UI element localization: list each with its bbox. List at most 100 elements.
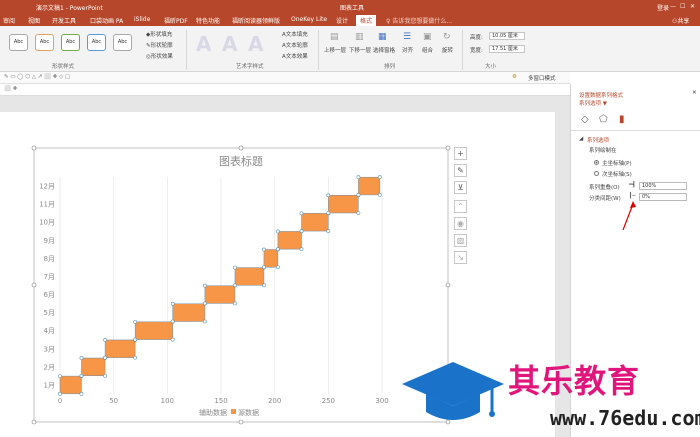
x-tick-label: 100 [161, 397, 174, 405]
bar[interactable] [172, 303, 206, 322]
resize-handle[interactable] [31, 419, 37, 425]
y-tick-label: 5月 [44, 309, 55, 317]
primary-axis-label: 主坐标轴(P) [602, 161, 632, 167]
bar-handle [356, 211, 361, 215]
bar-handle [326, 229, 331, 233]
legend-entry: 源数据 [238, 408, 259, 417]
fill-line-icon[interactable]: ◇ [581, 114, 589, 125]
chart-filter-button[interactable]: ⊻ [454, 181, 467, 194]
bar-handle [103, 338, 107, 342]
bar-handle [377, 193, 382, 197]
sign-in-link[interactable]: 登录 [657, 3, 669, 12]
bar-handle [377, 175, 382, 180]
graduation-cap-icon [402, 362, 504, 420]
overlap-input[interactable]: 100% [639, 182, 687, 190]
red-arrow-annotation [622, 201, 636, 231]
y-tick-label: 12月 [39, 183, 55, 191]
bar-handle [233, 301, 237, 306]
gap-width-label: 分类间距(W) [589, 196, 621, 202]
legend-entry: 辅助数据 [199, 408, 227, 417]
bar-handle [275, 229, 280, 234]
bar-handle [326, 193, 331, 198]
y-tick-label: 7月 [44, 273, 55, 281]
bar-handle [79, 391, 84, 396]
bar-handle [275, 247, 280, 252]
ctool-7-icon[interactable]: ↘ [454, 251, 467, 264]
watermark-name: 其乐教育 [508, 362, 641, 400]
share-label: 共享 [677, 18, 690, 25]
bar-handle [58, 374, 62, 378]
close-button[interactable]: ✕ [690, 3, 695, 10]
resize-handle[interactable] [31, 282, 37, 288]
bar[interactable] [59, 375, 82, 395]
bar-handle [356, 175, 361, 180]
bar-handle [262, 283, 266, 288]
bar[interactable] [263, 249, 279, 268]
overlap-slider-icon[interactable]: ━┫ [629, 182, 636, 188]
resize-handle[interactable] [238, 419, 244, 425]
ctool-4-icon[interactable]: ⌃ [454, 200, 467, 213]
x-tick-label: 50 [109, 397, 118, 405]
watermark: 其乐教育 www.76edu.com [400, 356, 700, 437]
bar-handle [170, 301, 175, 306]
bar-handle [133, 319, 138, 324]
section-toggle-icon[interactable]: ◢ [579, 136, 583, 142]
y-tick-label: 4月 [44, 327, 55, 335]
bar[interactable] [277, 231, 302, 250]
plot-on-label: 系列绘制在 [589, 148, 617, 154]
chart-elements-button[interactable]: + [454, 147, 467, 160]
y-tick-label: 1月 [44, 381, 55, 389]
bar-handle [356, 193, 361, 197]
bar-handle [299, 211, 304, 216]
bar-handle [202, 301, 207, 306]
series-options-icon[interactable]: ▮ [619, 114, 625, 125]
gap-width-input[interactable]: 0% [639, 193, 687, 201]
x-tick-label: 200 [268, 397, 281, 405]
bar[interactable] [358, 176, 381, 196]
section-series-options[interactable]: 系列选项 [587, 136, 609, 144]
share-button[interactable]: ⚇共享 [672, 16, 689, 25]
effects-icon[interactable]: ⬠ [599, 114, 608, 125]
resize-handle[interactable] [445, 282, 451, 288]
resize-handle[interactable] [445, 145, 451, 151]
resize-handle[interactable] [31, 145, 37, 151]
watermark-url: www.76edu.com [550, 406, 700, 430]
bar[interactable] [134, 321, 173, 340]
divider [571, 130, 700, 131]
secondary-axis-radio[interactable] [594, 171, 599, 176]
x-tick-label: 300 [375, 397, 388, 405]
ctool-5-icon[interactable]: ◉ [454, 217, 467, 230]
bar[interactable] [301, 213, 329, 232]
chart-styles-button[interactable]: ✎ [454, 164, 467, 177]
bar-handle [262, 265, 266, 270]
legend-swatch [231, 409, 236, 414]
bar-handle [202, 283, 207, 288]
pane-close-icon[interactable]: ✕ [692, 90, 697, 96]
pane-subtitle-dropdown[interactable]: 系列选项 ▼ [579, 99, 607, 107]
bar-handle [299, 229, 304, 233]
bar-handle [170, 337, 175, 342]
bar-handle [262, 247, 266, 252]
gap-slider-icon[interactable]: ┃─ [629, 193, 636, 199]
pane-title: 设置数据系列格式 [579, 93, 624, 99]
y-tick-label: 8月 [44, 255, 55, 263]
ctool-6-icon[interactable]: ▧ [454, 234, 467, 247]
bar-handle [326, 211, 331, 215]
minimize-button[interactable]: — [670, 3, 676, 10]
bar[interactable] [204, 285, 236, 304]
maximize-button[interactable]: ☐ [680, 3, 685, 10]
y-tick-label: 9月 [44, 237, 55, 245]
primary-axis-radio[interactable] [594, 160, 599, 165]
bar[interactable] [328, 195, 359, 214]
chart-title[interactable]: 图表标题 [219, 154, 263, 168]
secondary-axis-label: 次坐标轴(S) [602, 172, 632, 178]
bar-handle [202, 319, 207, 324]
bar-handle [233, 283, 237, 288]
y-tick-label: 6月 [44, 291, 55, 299]
bar[interactable] [81, 357, 106, 376]
bar-handle [103, 373, 107, 378]
bar-handle [133, 337, 138, 342]
resize-handle[interactable] [238, 145, 244, 151]
bar[interactable] [234, 267, 265, 286]
bar[interactable] [104, 339, 136, 358]
